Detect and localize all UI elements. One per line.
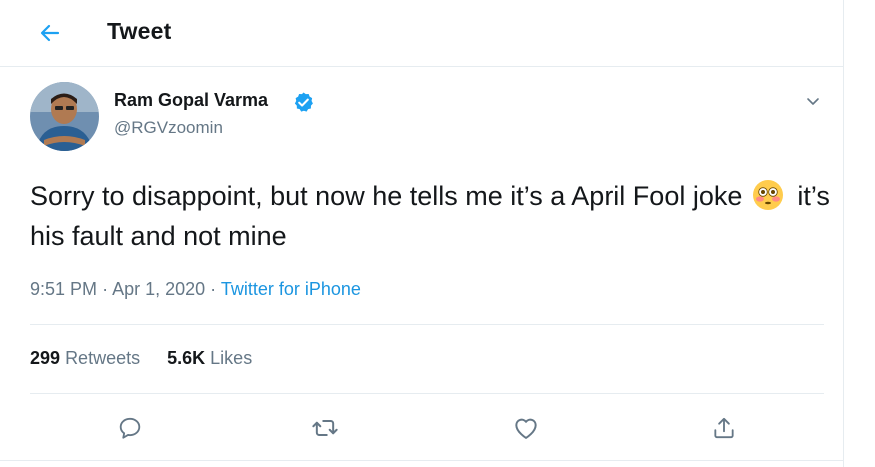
share-icon — [714, 417, 734, 439]
divider — [30, 393, 824, 394]
like-button[interactable] — [510, 412, 542, 444]
chevron-down-icon — [807, 98, 819, 105]
avatar[interactable] — [30, 82, 99, 151]
tweet-page: Tweet Ram Gopal Varma @RGVzoomin Sorry t… — [0, 0, 844, 467]
author-handle[interactable]: @RGVzoomin — [114, 118, 223, 138]
divider — [30, 324, 824, 325]
author-name[interactable]: Ram Gopal Varma — [114, 90, 268, 111]
likes-stat[interactable]: 5.6K Likes — [167, 348, 252, 369]
reply-button[interactable] — [114, 412, 146, 444]
divider — [0, 460, 844, 461]
heart-icon — [515, 418, 537, 439]
share-button[interactable] — [708, 412, 740, 444]
page-title: Tweet — [107, 18, 172, 44]
tweet-meta: 9:51 PM · Apr 1, 2020 · Twitter for iPho… — [30, 279, 361, 300]
retweets-stat[interactable]: 299 Retweets — [30, 348, 140, 369]
retweets-label: Retweets — [65, 348, 141, 368]
avatar-image — [30, 82, 99, 151]
meta-separator: · — [210, 279, 217, 299]
reply-icon — [119, 417, 141, 439]
retweets-count: 299 — [30, 348, 61, 368]
tweet-text-part1: Sorry to disappoint, but now he tells me… — [30, 181, 743, 211]
back-button[interactable] — [30, 15, 70, 51]
flushed-face-emoji-icon: 😳 — [752, 180, 783, 210]
tweet-stats: 299 Retweets 5.6K Likes — [30, 348, 252, 369]
tweet-date[interactable]: Apr 1, 2020 — [112, 279, 205, 299]
tweet-source-link[interactable]: Twitter for iPhone — [221, 279, 361, 299]
tweet-time[interactable]: 9:51 PM — [30, 279, 97, 299]
retweet-button[interactable] — [309, 412, 341, 444]
tweet-text: Sorry to disappoint, but now he tells me… — [30, 176, 830, 256]
more-options-button[interactable] — [800, 88, 826, 114]
likes-count: 5.6K — [167, 348, 206, 368]
page-header: Tweet — [0, 0, 844, 67]
retweet-icon — [312, 420, 338, 436]
meta-separator: · — [102, 279, 109, 299]
verified-badge-icon — [294, 92, 313, 112]
likes-label: Likes — [210, 348, 253, 368]
back-arrow-icon — [40, 24, 60, 42]
